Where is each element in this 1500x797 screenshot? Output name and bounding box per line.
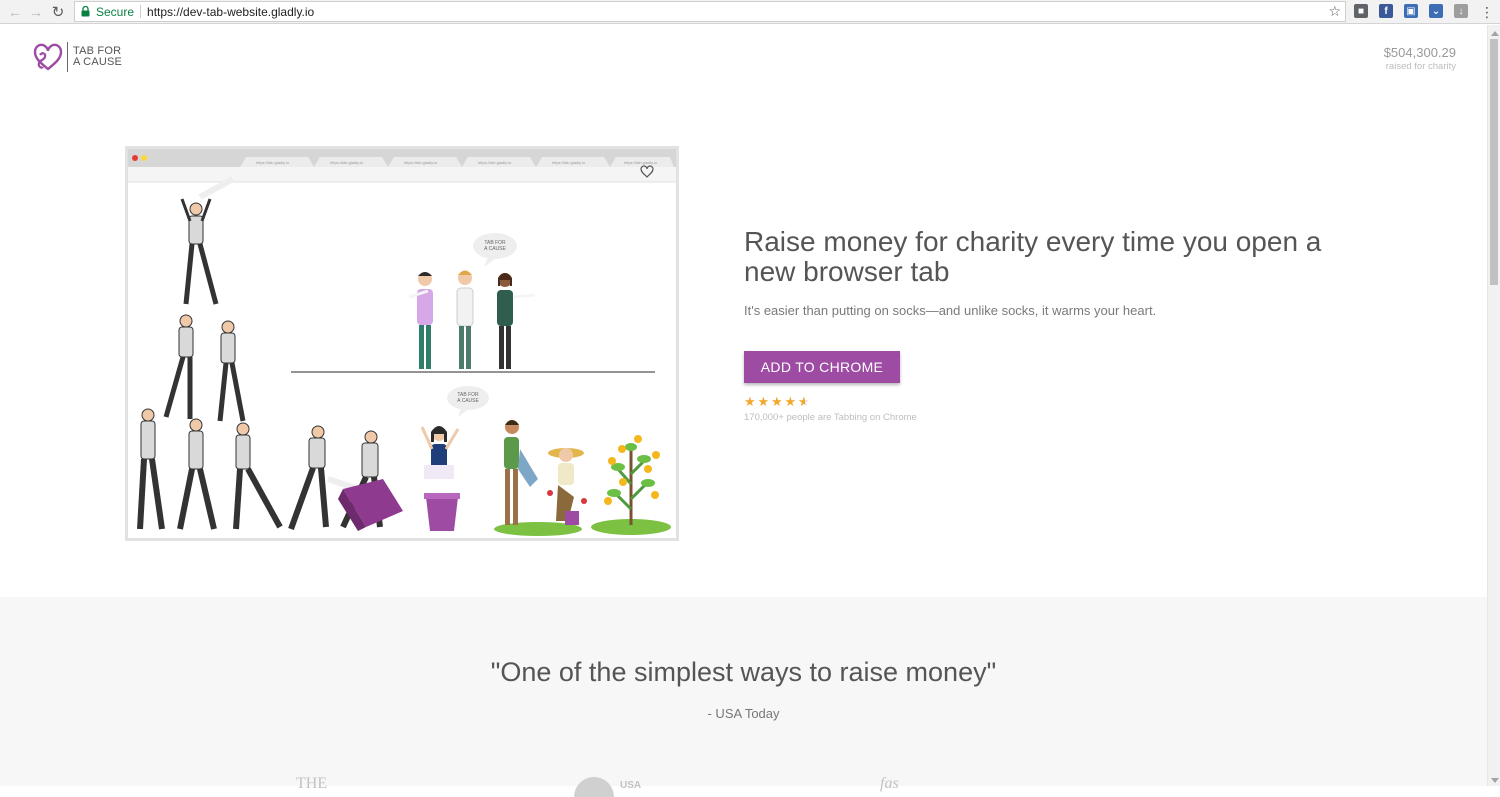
raised-label: raised for charity xyxy=(1385,61,1456,72)
heart-logo-icon xyxy=(33,43,63,71)
scroll-down-arrow[interactable] xyxy=(1491,778,1499,783)
three-people-figure xyxy=(408,270,536,369)
tab-for-a-cause-logo[interactable]: TAB FOR A CAUSE xyxy=(32,42,122,72)
star-icon: ★ xyxy=(771,394,783,409)
gardeners-figure xyxy=(494,420,587,536)
quote-section: "One of the simplest ways to raise money… xyxy=(0,597,1487,797)
star-icon: ★ xyxy=(757,394,770,409)
add-to-chrome-button[interactable]: ADD TO CHROME xyxy=(744,351,900,383)
press-logo-3: fas xyxy=(880,775,899,792)
mini-tab-url-6: https://tab.gladly.io xyxy=(624,160,658,165)
mini-tab-url-3: https://tab.gladly.io xyxy=(404,160,438,165)
svg-text:A CAUSE: A CAUSE xyxy=(457,398,479,404)
browser-toolbar: ← → ↻ Secure https://dev-tab-website.gla… xyxy=(0,0,1500,24)
quote-source: - USA Today xyxy=(707,706,780,721)
hero-illustration: https://tab.gladly.io https://tab.gladly… xyxy=(125,146,679,541)
address-bar[interactable]: Secure https://dev-tab-website.gladly.io… xyxy=(74,1,1346,22)
mini-tab-url-5: https://tab.gladly.io xyxy=(552,160,586,165)
half-star-icon: ★ ★ xyxy=(798,394,810,409)
secure-label: Secure xyxy=(96,4,135,19)
press-quote: "One of the simplest ways to raise money… xyxy=(490,657,997,687)
mini-tab-url-4: https://tab.gladly.io xyxy=(478,160,512,165)
forward-button[interactable]: → xyxy=(27,3,45,21)
ghost-extension-icon[interactable]: ■ xyxy=(1354,4,1368,18)
star-icon: ★ xyxy=(784,394,797,409)
logo-line-2: A CAUSE xyxy=(73,56,123,68)
download-extension-icon[interactable]: ↓ xyxy=(1454,4,1468,18)
mini-tab-url-1: https://tab.gladly.io xyxy=(256,160,290,165)
omnibox-divider xyxy=(140,5,142,18)
star-icon: ★ xyxy=(744,394,756,409)
press-logo-circle-icon xyxy=(574,777,614,797)
reload-button[interactable]: ↻ xyxy=(49,3,67,21)
lock-icon xyxy=(79,5,91,19)
money-tree-figure xyxy=(591,435,671,535)
logo-divider xyxy=(67,42,68,72)
logo-text: TAB FOR A CAUSE xyxy=(73,46,122,68)
raised-amount: $504,300.29 xyxy=(1383,45,1456,60)
hero-title: Raise money for charity every time you o… xyxy=(744,226,1322,287)
star-rating: ★ ★ ★ ★ ★ ★ xyxy=(744,394,812,410)
page-scrollbar[interactable] xyxy=(1487,25,1500,786)
back-button[interactable]: ← xyxy=(6,3,24,21)
box-lifters-figure xyxy=(288,425,403,531)
url-text[interactable]: https://dev-tab-website.gladly.io xyxy=(147,5,314,19)
bookmark-star-icon[interactable]: ☆ xyxy=(1328,3,1341,20)
human-tower-figure xyxy=(137,176,283,530)
mini-tab-url-2: https://tab.gladly.io xyxy=(330,160,364,165)
woman-with-pot-figure xyxy=(420,426,460,531)
screenshot-extension-icon[interactable]: ▣ xyxy=(1404,4,1418,18)
pocket-extension-icon[interactable]: ⌄ xyxy=(1429,4,1443,18)
rating-text: 170,000+ people are Tabbing on Chrome xyxy=(744,412,917,423)
facebook-extension-icon[interactable]: f xyxy=(1379,4,1393,18)
press-logo-1: THE xyxy=(296,775,328,792)
scroll-up-arrow[interactable] xyxy=(1491,31,1499,36)
scrollbar-thumb[interactable] xyxy=(1490,39,1498,285)
hero-subtitle: It's easier than putting on socks—and un… xyxy=(744,303,1157,318)
browser-menu-icon[interactable]: ⋮ xyxy=(1480,3,1494,21)
money-raised-counter: $504,300.29 raised for charity xyxy=(1384,45,1456,72)
svg-text:A CAUSE: A CAUSE xyxy=(484,246,506,252)
